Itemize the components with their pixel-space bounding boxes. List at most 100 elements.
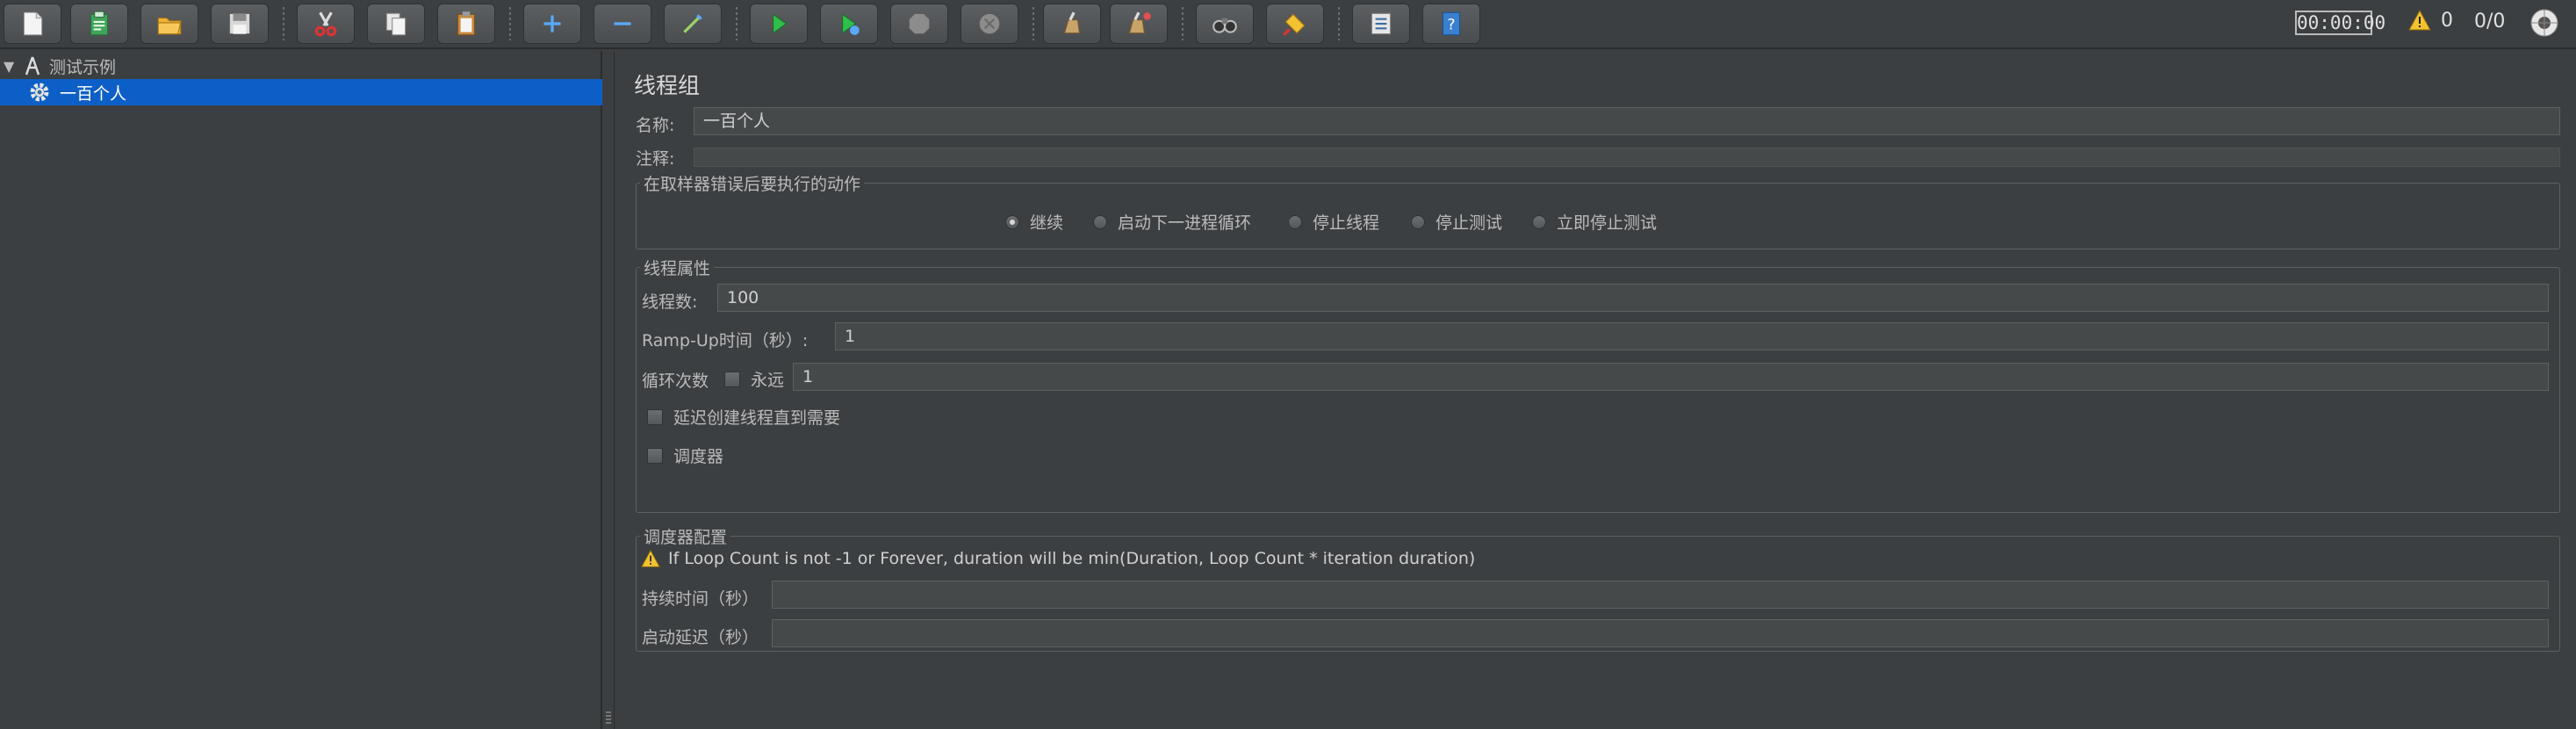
binoculars-icon [1212, 18, 1237, 33]
radio-stop-thread[interactable]: 停止线程 [1288, 210, 1379, 234]
remote-hosts-icon[interactable] [2529, 7, 2560, 39]
checkbox-label: 调度器 [673, 447, 724, 466]
radio-stop-test-now[interactable]: 立即停止测试 [1532, 210, 1657, 234]
collapse-all-button[interactable] [594, 4, 651, 44]
split-pane-divider[interactable] [602, 51, 615, 729]
name-input[interactable]: 一百个人 [694, 107, 2560, 135]
elapsed-timer: 00:00:00 [2295, 11, 2386, 35]
rampup-input[interactable]: 1 [835, 322, 2549, 350]
warning-icon [641, 549, 660, 567]
sampler-error-action-group: 在取样器错误后要执行的动作 继续 启动下一进程循环 停止线程 停止测试 立即停止… [636, 171, 2560, 249]
group-title: 调度器配置 [640, 524, 731, 548]
gear-icon [30, 83, 49, 102]
shutdown-button[interactable] [961, 4, 1018, 44]
svg-text:?: ? [1447, 16, 1455, 33]
startup-delay-input[interactable] [772, 619, 2549, 647]
comment-input[interactable] [694, 148, 2560, 167]
clear-all-broom-icon [1128, 11, 1151, 34]
thread-group-panel: 线程组 名称: 一百个人 注释: 在取样器错误后要执行的动作 继续 启动下一进程… [616, 51, 2576, 729]
loop-count-label: 循环次数 [642, 372, 709, 391]
stop-button[interactable] [890, 4, 948, 44]
list-icon [1371, 12, 1392, 35]
radio-indicator [1288, 214, 1302, 229]
duration-label: 持续时间（秒） [642, 589, 759, 609]
radio-label: 立即停止测试 [1557, 213, 1658, 233]
paste-button[interactable] [437, 4, 495, 44]
duration-input[interactable] [772, 581, 2549, 609]
tree-node-test-plan[interactable]: ▼ 测试示例 [0, 53, 602, 79]
scheduler-checkbox[interactable]: 调度器 [647, 444, 723, 467]
paste-clipboard-icon [457, 11, 476, 36]
checkbox-box [647, 408, 663, 425]
open-folder-icon [157, 18, 182, 35]
play-no-timers-icon [842, 13, 860, 35]
reset-search-broom-icon [1283, 13, 1306, 36]
warning-indicator[interactable]: 0 [2407, 9, 2453, 32]
play-icon [773, 13, 788, 34]
test-plan-tree: ▼ 测试示例 一百个人 [0, 51, 602, 729]
plus-icon [543, 15, 561, 32]
new-file-icon [23, 11, 43, 36]
templates-button[interactable] [70, 4, 128, 44]
radio-label: 启动下一进程循环 [1118, 213, 1252, 233]
scissors-icon [314, 11, 337, 37]
toggle-button[interactable] [664, 4, 722, 44]
save-button[interactable] [211, 4, 269, 44]
help-book-icon: ? [1442, 11, 1461, 36]
stop-icon [908, 12, 931, 35]
radio-indicator [1532, 214, 1546, 229]
tree-node-label: 一百个人 [60, 83, 127, 104]
minus-icon [614, 22, 631, 25]
function-helper-button[interactable] [1352, 4, 1410, 44]
save-disk-icon [228, 12, 251, 35]
rampup-label: Ramp-Up时间（秒）: [642, 331, 809, 350]
tree-expand-icon[interactable]: ▼ [4, 58, 18, 75]
warning-count: 0 [2441, 9, 2453, 32]
scheduler-config-group: 调度器配置 If Loop Count is not -1 or Forever… [636, 524, 2560, 652]
warning-icon [2408, 9, 2431, 31]
forever-checkbox[interactable]: 永远 [724, 367, 784, 391]
group-title: 在取样器错误后要执行的动作 [640, 171, 865, 195]
radio-indicator [1005, 214, 1019, 229]
checkbox-box [647, 447, 663, 464]
test-plan-icon [25, 56, 40, 76]
tree-node-thread-group[interactable]: 一百个人 [0, 79, 602, 105]
radio-start-next-loop[interactable]: 启动下一进程循环 [1093, 210, 1251, 234]
radio-indicator [1411, 214, 1425, 229]
active-threads-count: 0/0 [2474, 11, 2506, 32]
radio-label: 继续 [1030, 213, 1064, 233]
scheduler-warning-text: If Loop Count is not -1 or Forever, dura… [668, 549, 1476, 568]
start-button[interactable] [750, 4, 808, 44]
thread-properties-group: 线程属性 线程数: 100 Ramp-Up时间（秒）: 1 循环次数 永远 1 … [636, 256, 2560, 513]
name-label: 名称: [636, 116, 675, 135]
copy-icon [385, 12, 407, 36]
clear-all-button[interactable] [1110, 4, 1168, 44]
open-button[interactable] [140, 4, 198, 44]
start-no-pauses-button[interactable] [820, 4, 878, 44]
templates-icon [90, 11, 109, 36]
tree-node-label: 测试示例 [49, 57, 117, 77]
cut-button[interactable] [297, 4, 355, 44]
checkbox-label: 永远 [751, 371, 785, 390]
comment-label: 注释: [636, 149, 675, 169]
startup-delay-label: 启动延迟（秒） [642, 628, 759, 647]
toggle-wand-icon [683, 14, 702, 33]
radio-stop-test[interactable]: 停止测试 [1411, 210, 1502, 234]
scheduler-warning: If Loop Count is not -1 or Forever, dura… [640, 549, 1475, 568]
expand-all-button[interactable] [523, 4, 581, 44]
checkbox-label: 延迟创建线程直到需要 [673, 408, 841, 428]
clear-button[interactable] [1043, 4, 1101, 44]
search-button[interactable] [1196, 4, 1254, 44]
radio-indicator [1093, 214, 1107, 229]
shutdown-icon [978, 12, 1001, 35]
radio-continue[interactable]: 继续 [1005, 210, 1063, 234]
copy-button[interactable] [367, 4, 425, 44]
clear-broom-icon [1063, 11, 1081, 34]
new-button[interactable] [4, 4, 61, 44]
delay-thread-creation-checkbox[interactable]: 延迟创建线程直到需要 [647, 405, 840, 429]
thread-count-input[interactable]: 100 [717, 284, 2549, 312]
loop-count-input[interactable]: 1 [793, 363, 2549, 391]
reset-search-button[interactable] [1266, 4, 1324, 44]
page-title: 线程组 [634, 73, 701, 98]
help-button[interactable]: ? [1422, 4, 1480, 44]
